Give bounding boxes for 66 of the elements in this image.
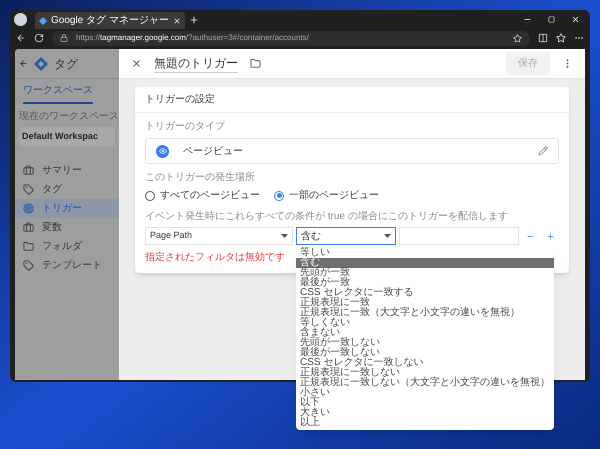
close-icon[interactable] xyxy=(131,58,142,69)
workspace-label: 現在のワークスペース xyxy=(18,110,119,124)
dropdown-option[interactable]: 正規表現に一致（大文字と小文字の違いを無視） xyxy=(296,308,554,318)
variable-select[interactable]: Page Path xyxy=(145,227,293,245)
dropdown-option[interactable]: 正規表現に一致 xyxy=(296,298,554,308)
value-field[interactable] xyxy=(399,227,519,245)
label-icon xyxy=(23,260,34,270)
folder-icon xyxy=(23,240,34,252)
dropdown-option[interactable]: 先頭が一致 xyxy=(296,268,554,278)
dropdown-option[interactable]: 等しい xyxy=(296,248,554,258)
favorites-icon[interactable] xyxy=(556,33,566,43)
trigger-name-field[interactable]: 無題のトリガー xyxy=(154,54,238,73)
dropdown-option[interactable]: 大きい xyxy=(296,408,554,418)
dropdown-option[interactable]: 等しくない xyxy=(296,318,554,328)
briefcase-icon xyxy=(23,164,34,176)
eye-icon xyxy=(156,144,169,158)
split-screen-icon[interactable] xyxy=(538,33,548,43)
browser-tab[interactable]: Google タグ マネージャー xyxy=(35,12,185,29)
edit-icon[interactable] xyxy=(538,146,548,156)
dropdown-option[interactable]: 最後が一致 xyxy=(296,278,554,288)
nav-item[interactable]: フォルダ xyxy=(15,236,119,256)
field-label: トリガーのタイプ xyxy=(145,120,226,134)
dropdown-option[interactable]: 以下 xyxy=(296,398,554,408)
lock-icon xyxy=(60,34,68,42)
maximize-icon[interactable] xyxy=(548,16,555,23)
operator-select[interactable]: 含む xyxy=(296,227,396,245)
folder-icon[interactable] xyxy=(250,58,261,69)
dropdown-option[interactable]: 正規表現に一致しない xyxy=(296,368,554,378)
dropdown-option[interactable]: 先頭が一致しない xyxy=(296,338,554,348)
field-label: このトリガーの発生場所 xyxy=(145,170,256,185)
new-tab-icon[interactable] xyxy=(189,14,199,24)
refresh-icon[interactable] xyxy=(34,33,44,43)
back-icon[interactable] xyxy=(19,59,28,68)
nav-item[interactable]: タグ xyxy=(15,180,119,198)
conditions-label: イベント発生時にこれらすべての条件が true の場合にこのトリガーを配信します xyxy=(145,210,509,224)
tag-icon xyxy=(23,184,34,194)
profile-avatar[interactable] xyxy=(14,13,27,26)
error-message: 指定されたフィルタは無効です xyxy=(145,250,285,265)
briefcase-icon xyxy=(23,222,34,232)
nav-item[interactable]: サマリー xyxy=(15,160,119,180)
favorite-icon[interactable] xyxy=(513,34,522,42)
trigger-type-selector[interactable]: ページビュー xyxy=(145,138,559,164)
nav-item[interactable]: 変数 xyxy=(15,218,119,236)
app-title: タグ xyxy=(54,56,78,72)
back-icon[interactable] xyxy=(16,33,26,43)
target-icon xyxy=(23,202,34,214)
dropdown-option[interactable]: 小さい xyxy=(296,388,554,398)
close-icon[interactable] xyxy=(173,16,181,24)
close-icon[interactable] xyxy=(571,15,580,24)
radio-option[interactable]: すべてのページビュー xyxy=(145,188,260,203)
dropdown-option[interactable]: CSS セレクタに一致する xyxy=(296,288,554,298)
workspace-selector[interactable]: Default Workspac xyxy=(19,127,115,146)
dropdown-option[interactable]: 最後が一致しない xyxy=(296,348,554,358)
card-title: トリガーの設定 xyxy=(135,87,569,113)
address-bar[interactable]: https://tagmanager.google.com/?authuser=3#/container/accounts/ xyxy=(52,30,530,46)
radio-option[interactable]: 一部のページビュー xyxy=(274,188,379,203)
dropdown-option[interactable]: 以上 xyxy=(296,418,554,428)
dropdown-option[interactable]: 正規表現に一致しない（大文字と小文字の違いを無視） xyxy=(296,378,554,388)
caret-icon xyxy=(281,234,288,238)
nav-item[interactable]: テンプレート xyxy=(15,256,119,274)
add-icon[interactable] xyxy=(546,232,555,240)
dropdown-option[interactable]: CSS セレクタに一致しない xyxy=(296,358,554,368)
caret-icon xyxy=(384,234,391,238)
diamond-logo-icon xyxy=(39,16,47,24)
diamond-logo-icon xyxy=(34,56,48,70)
dropdown-option[interactable]: 含まない xyxy=(296,328,554,338)
